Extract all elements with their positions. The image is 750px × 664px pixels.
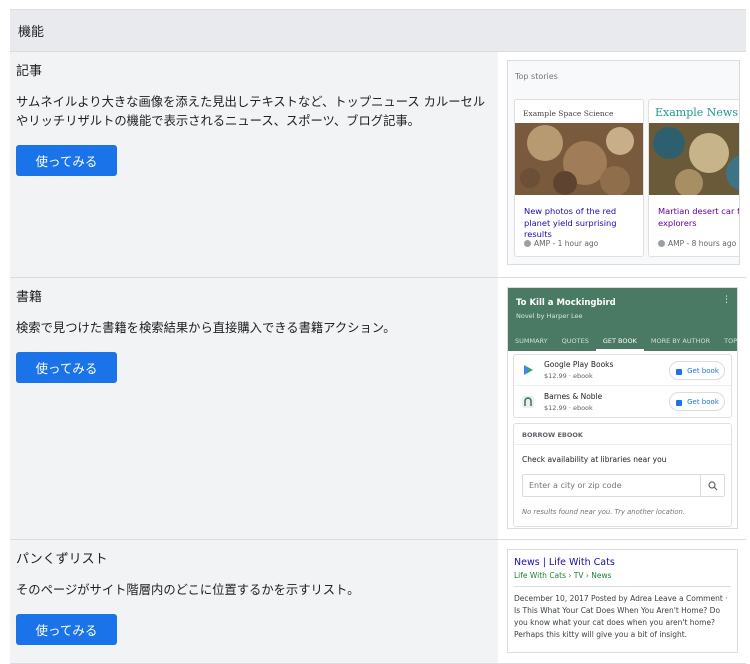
preview-panel: Top stories Example Space Science New ph…: [498, 52, 746, 277]
story-headline: Martian desert car food for explorers: [658, 206, 740, 228]
story-meta-text: AMP - 1 hour ago: [534, 239, 599, 248]
location-input[interactable]: [523, 481, 700, 490]
book-tabs: SUMMARY QUOTES GET BOOK MORE BY AUTHOR T…: [508, 332, 737, 351]
try-button-breadcrumb[interactable]: 使ってみる: [16, 614, 117, 645]
story-meta-text: AMP - 8 hours ago: [668, 239, 737, 248]
seller-name: Barnes & Noble: [544, 391, 603, 401]
story-meta: AMP - 1 hour ago: [524, 239, 598, 248]
no-results-text: No results found near you. Try another l…: [522, 508, 686, 516]
preview-panel: To Kill a Mockingbird Novel by Harper Le…: [498, 278, 746, 539]
story-image: [515, 123, 643, 196]
story-publisher: Example News: [655, 106, 738, 119]
tab-summary[interactable]: SUMMARY: [508, 332, 555, 351]
borrow-section: BORROW EBOOK Check availability at libra…: [513, 423, 732, 527]
try-button-article[interactable]: 使ってみる: [16, 145, 117, 176]
feature-row-breadcrumb: パンくずリスト そのページがサイト階層内のどこに位置するかを示すリスト。 使って…: [10, 540, 746, 664]
amp-icon: [658, 240, 665, 247]
seller-list: Google Play Books $12.99 · ebook Get boo…: [513, 354, 732, 418]
bn-icon: [522, 395, 534, 408]
amp-icon: [524, 240, 531, 247]
borrow-check-text: Check availability at libraries near you: [522, 455, 667, 464]
feature-title: 記事: [16, 64, 43, 79]
book-title: To Kill a Mockingbird: [516, 298, 616, 308]
feature-description: そのページがサイト階層内のどこに位置するかを示すリスト。: [16, 583, 360, 597]
story-card[interactable]: Example Space Science New photos of the …: [514, 99, 644, 257]
location-search: [522, 474, 725, 497]
book-header: To Kill a Mockingbird Novel by Harper Le…: [508, 288, 737, 351]
seller-price: $12.99 · ebook: [544, 403, 593, 412]
story-publisher: Example Space Science: [523, 109, 614, 118]
table-header: 機能: [10, 10, 746, 52]
tab-top[interactable]: TOP: [717, 332, 737, 351]
feature-title: パンくずリスト: [16, 552, 108, 567]
feature-description: サムネイルより大きな画像を添えた見出しテキストなど、トップニュース カルーセルや…: [16, 95, 486, 128]
result-title[interactable]: News | Life With Cats: [514, 557, 731, 568]
borrow-title: BORROW EBOOK: [514, 424, 731, 445]
tab-more-by-author[interactable]: MORE BY AUTHOR: [644, 332, 717, 351]
tab-get-book[interactable]: GET BOOK: [595, 332, 644, 351]
feature-row-article: 記事 サムネイルより大きな画像を添えた見出しテキストなど、トップニュース カルー…: [10, 52, 746, 278]
get-book-label: Get book: [687, 366, 719, 375]
preview-panel: News | Life With Cats Life With Cats › T…: [498, 540, 746, 663]
story-meta: AMP - 8 hours ago: [658, 239, 736, 248]
feature-description: 検索で見つけた書籍を検索結果から直接購入できる書籍アクション。: [16, 321, 396, 335]
story-card[interactable]: Example News Martian desert car food for…: [648, 99, 740, 257]
seller-price: $12.99 · ebook: [544, 372, 593, 380]
more-vert-icon[interactable]: ⋮: [722, 295, 731, 305]
top-stories-preview: Top stories Example Space Science New ph…: [507, 60, 740, 265]
seller-item: Barnes & Noble $12.99 · ebook Get book: [514, 386, 731, 417]
get-book-button[interactable]: Get book: [669, 361, 725, 380]
book-subtitle: Novel by Harper Lee: [516, 312, 583, 320]
result-snippet: December 10, 2017 Posted by Adrea Leave …: [514, 594, 728, 639]
get-book-label: Get book: [687, 397, 719, 406]
header-label: 機能: [18, 25, 45, 40]
feature-row-book: 書籍 検索で見つけた書籍を検索結果から直接購入できる書籍アクション。 使ってみる…: [10, 278, 746, 540]
features-table: 機能 記事 サムネイルより大きな画像を添えた見出しテキストなど、トップニュース …: [10, 9, 746, 664]
breadcrumb-trail[interactable]: Life With Cats › TV › News: [514, 571, 731, 587]
breadcrumb-preview: News | Life With Cats Life With Cats › T…: [507, 549, 738, 653]
try-button-book[interactable]: 使ってみる: [16, 352, 117, 383]
book-actions-preview: To Kill a Mockingbird Novel by Harper Le…: [507, 287, 738, 529]
top-stories-label: Top stories: [515, 72, 558, 81]
bag-icon: [676, 399, 683, 406]
story-headline: New photos of the red planet yield surpr…: [524, 206, 617, 239]
seller-name: Google Play Books: [544, 360, 614, 369]
tab-quotes[interactable]: QUOTES: [555, 332, 596, 351]
get-book-button[interactable]: Get book: [669, 392, 725, 411]
story-image: [649, 123, 739, 197]
play-icon: [524, 365, 533, 375]
seller-item: Google Play Books $12.99 · ebook Get boo…: [514, 355, 731, 386]
bag-icon: [676, 368, 683, 375]
feature-title: 書籍: [16, 290, 43, 305]
search-icon[interactable]: [700, 475, 724, 496]
